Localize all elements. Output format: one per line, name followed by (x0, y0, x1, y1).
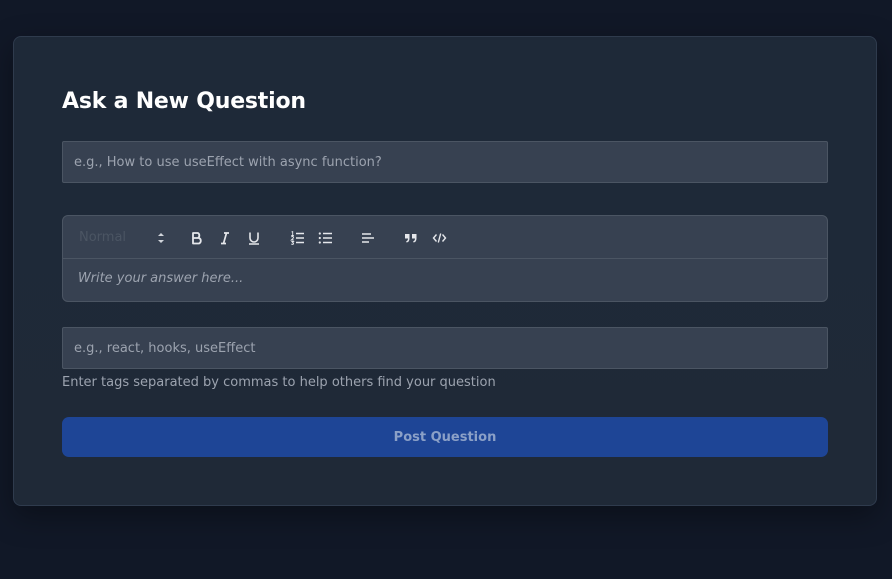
blockquote-button[interactable] (401, 228, 421, 248)
ordered-list-button[interactable] (287, 228, 307, 248)
italic-button[interactable] (215, 228, 235, 248)
bold-button[interactable] (187, 228, 207, 248)
post-question-button[interactable]: Post Question (62, 417, 828, 457)
tags-input[interactable] (62, 327, 828, 369)
rich-text-editor: Normal Write your answer here... (62, 215, 828, 302)
ordered-list-icon (289, 231, 304, 245)
tags-hint: Enter tags separated by commas to help o… (62, 375, 496, 390)
question-title-input[interactable] (62, 141, 828, 183)
italic-icon (221, 232, 229, 245)
underline-icon (249, 232, 259, 245)
heading-select[interactable]: Normal (79, 228, 165, 248)
align-left-icon (362, 233, 374, 243)
blockquote-icon (405, 234, 417, 243)
bold-icon (192, 232, 202, 245)
editor-toolbar: Normal (63, 216, 827, 259)
editor-placeholder: Write your answer here... (78, 271, 244, 286)
page-title: Ask a New Question (62, 89, 306, 114)
code-button[interactable] (429, 228, 449, 248)
align-button[interactable] (358, 228, 378, 248)
bullet-list-icon (318, 232, 332, 244)
code-icon (432, 233, 446, 243)
underline-button[interactable] (244, 228, 264, 248)
bullet-list-button[interactable] (315, 228, 335, 248)
select-arrows-icon (158, 233, 164, 243)
editor-content-area[interactable]: Write your answer here... (63, 259, 827, 301)
heading-select-value: Normal (79, 230, 127, 245)
ask-question-card: Ask a New Question Normal (13, 36, 877, 506)
